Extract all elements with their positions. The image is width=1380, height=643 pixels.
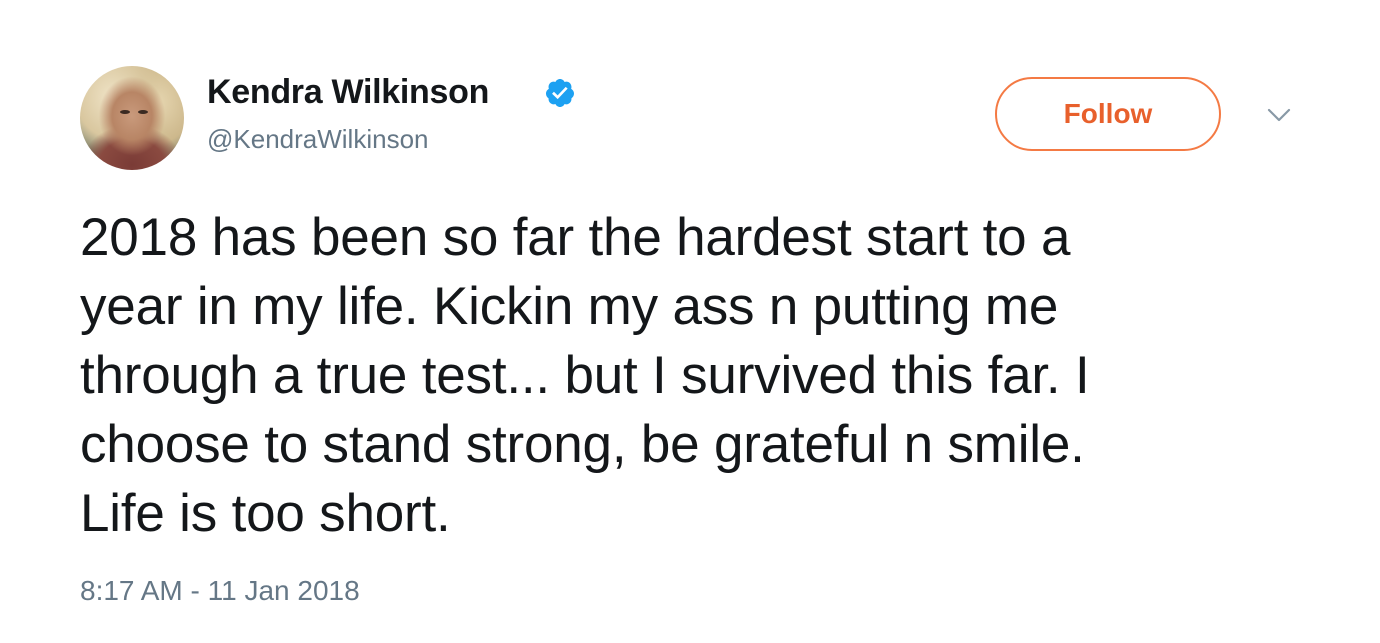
tweet-text-line: Life is too short. bbox=[80, 484, 451, 543]
display-name[interactable]: Kendra Wilkinson bbox=[207, 73, 489, 112]
verified-badge-icon bbox=[545, 79, 574, 107]
tweet-text-line: 2018 has been so far the hardest start t… bbox=[80, 208, 1071, 267]
tweet-text-line: choose to stand strong, be grateful n sm… bbox=[80, 415, 1085, 474]
avatar[interactable] bbox=[80, 66, 184, 170]
avatar-eye-right bbox=[138, 110, 148, 114]
tweet-text: 2018 has been so far the hardest start t… bbox=[80, 203, 1300, 548]
follow-button[interactable]: Follow bbox=[995, 77, 1221, 151]
tweet-timestamp[interactable]: 8:17 AM - 11 Jan 2018 bbox=[80, 575, 360, 607]
user-handle[interactable]: @KendraWilkinson bbox=[207, 124, 428, 155]
tweet-text-line: through a true test... but I survived th… bbox=[80, 346, 1090, 405]
tweet-text-line: year in my life. Kickin my ass n putting… bbox=[80, 277, 1059, 336]
avatar-eye-left bbox=[120, 110, 130, 114]
tweet-card: Kendra Wilkinson @KendraWilkinson Follow… bbox=[0, 0, 1380, 643]
chevron-down-icon[interactable] bbox=[1266, 106, 1292, 124]
